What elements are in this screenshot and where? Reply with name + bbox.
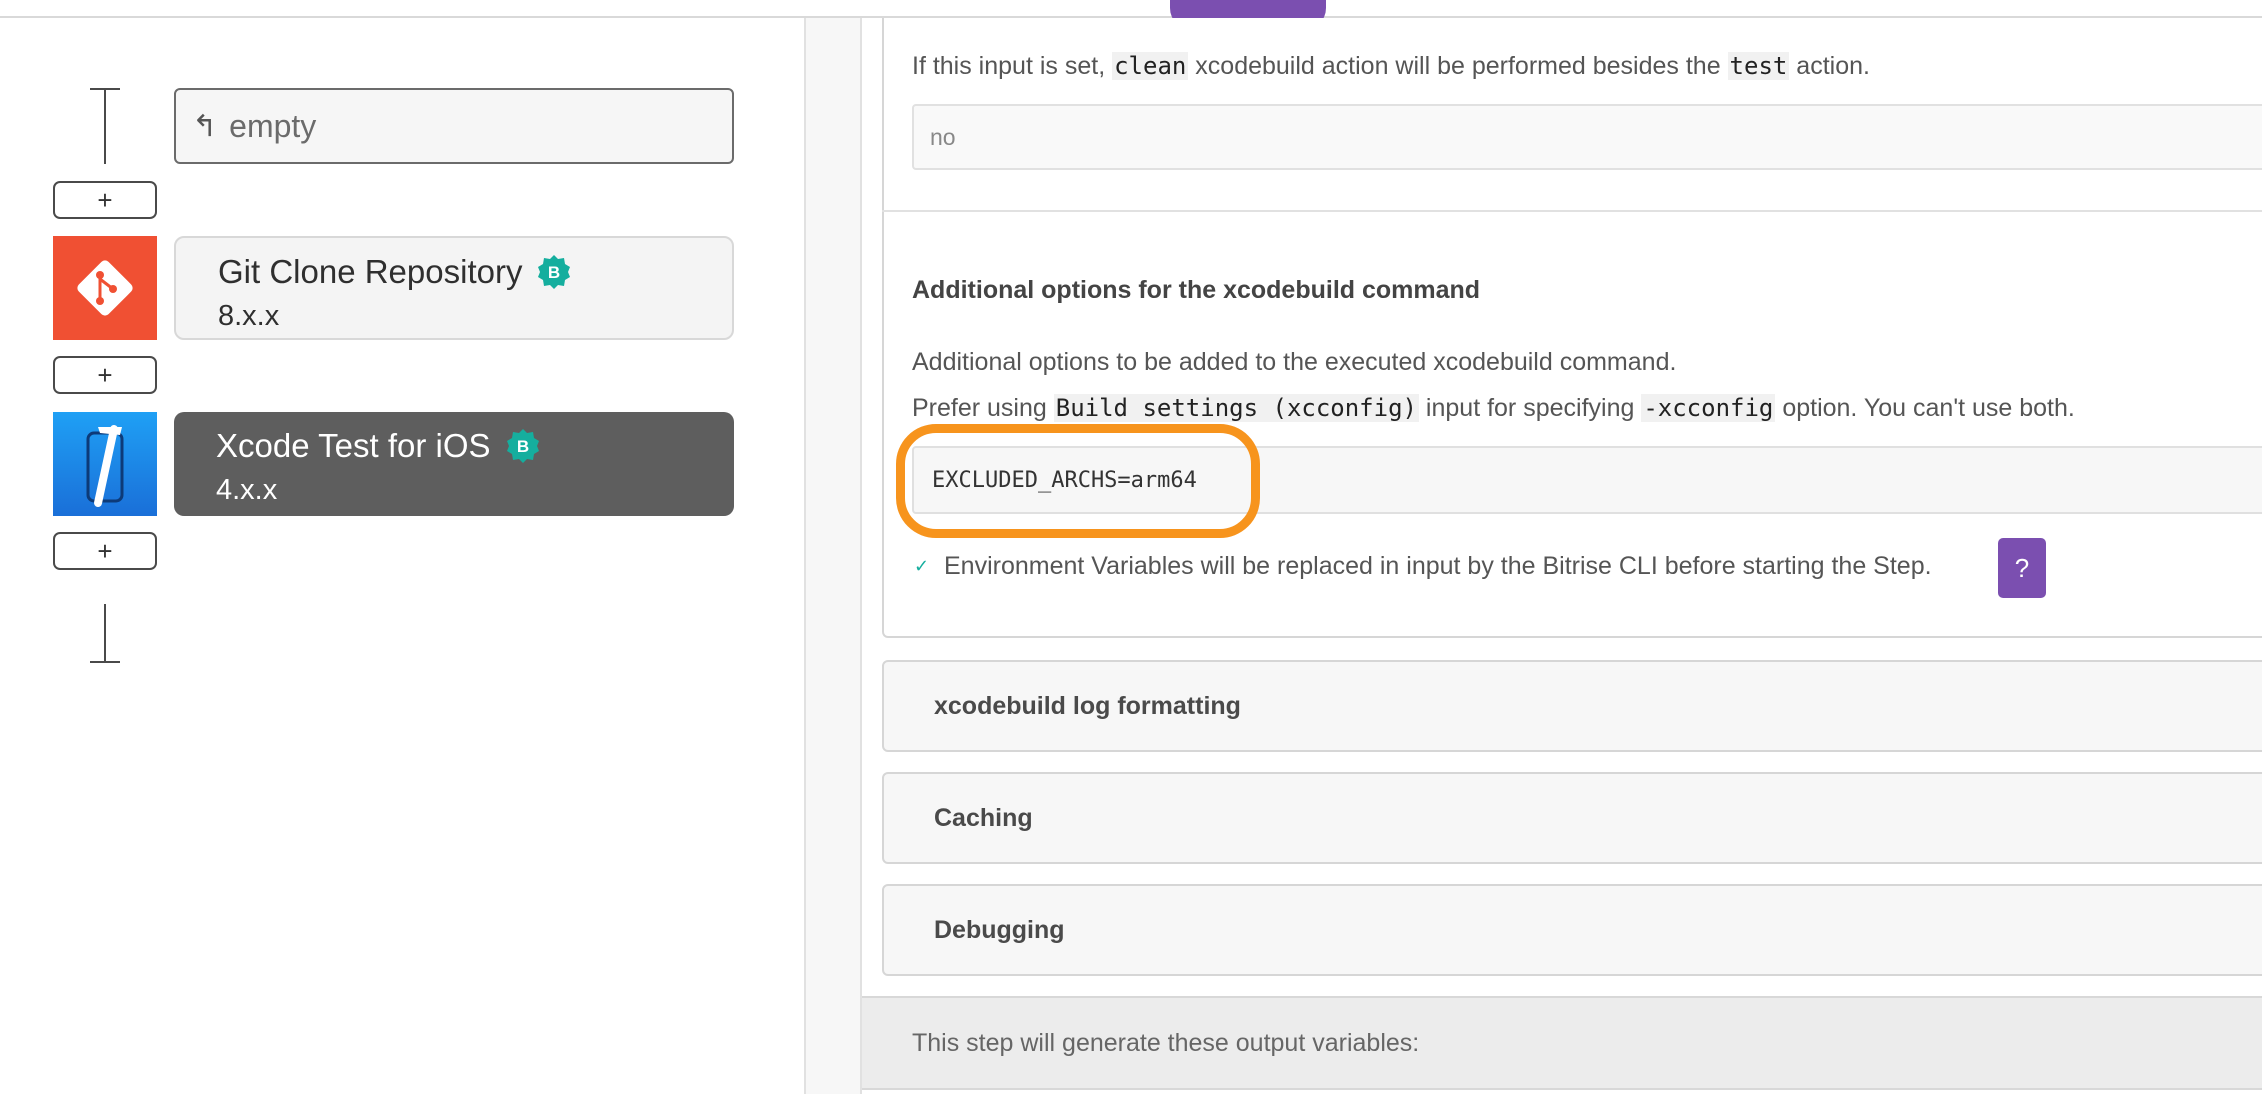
git-icon[interactable] [53, 236, 157, 340]
add-step-button-3[interactable]: + [53, 532, 157, 570]
xcode-icon[interactable] [53, 412, 157, 516]
workflow-connector-cap [90, 88, 120, 90]
step-card-git-clone[interactable]: Git Clone Repository B 8.x.x [174, 236, 734, 340]
step-version-git-clone: 8.x.x [218, 300, 280, 332]
help-button[interactable]: ? [1998, 538, 2046, 598]
clean-input-value[interactable]: no [912, 104, 2262, 170]
svg-text:B: B [548, 263, 560, 282]
xcodebuild-options-title: Additional options for the xcodebuild co… [912, 276, 1481, 304]
workflow-connector-end [90, 661, 120, 663]
empty-label: empty [229, 107, 317, 144]
trigger-empty-box[interactable]: ↰ empty [174, 88, 734, 164]
xcodebuild-options-desc-1: Additional options to be added to the ex… [912, 348, 1677, 376]
step-card-xcode-test[interactable]: Xcode Test for iOS B 4.x.x [174, 412, 734, 516]
bitrise-verified-badge-icon: B [536, 254, 572, 290]
panel-gutter [806, 18, 862, 1094]
section-label: xcodebuild log formatting [934, 691, 1241, 720]
workflow-connector-top [104, 88, 106, 164]
bitrise-verified-badge-icon: B [505, 428, 541, 464]
section-label: Debugging [934, 915, 1065, 944]
xcodebuild-options-desc-2: Prefer using Build settings (xcconfig) i… [912, 394, 2075, 422]
section-separator [882, 210, 2262, 212]
svg-text:B: B [516, 437, 528, 456]
clean-input-description: If this input is set, clean xcodebuild a… [912, 52, 1870, 80]
step-title-xcode-test: Xcode Test for iOS [216, 427, 491, 464]
highlight-ring [896, 424, 1260, 538]
section-label: Caching [934, 803, 1033, 832]
output-variables-header: This step will generate these output var… [862, 996, 2262, 1088]
step-title-git-clone: Git Clone Repository [218, 253, 523, 290]
check-icon: ✓ [914, 556, 930, 576]
section-debugging[interactable]: Debugging [882, 884, 2262, 976]
return-arrow-icon: ↰ [192, 109, 218, 143]
outputs-bottom-border [862, 1088, 2262, 1090]
workflow-connector-bottom [104, 604, 106, 662]
env-vars-note: Environment Variables will be replaced i… [944, 552, 1932, 580]
add-step-button-2[interactable]: + [53, 356, 157, 394]
step-version-xcode-test: 4.x.x [216, 474, 278, 506]
add-step-button-1[interactable]: + [53, 181, 157, 219]
panel-gutter-line [860, 18, 862, 1094]
section-caching[interactable]: Caching [882, 772, 2262, 864]
section-log-formatting[interactable]: xcodebuild log formatting [882, 660, 2262, 752]
